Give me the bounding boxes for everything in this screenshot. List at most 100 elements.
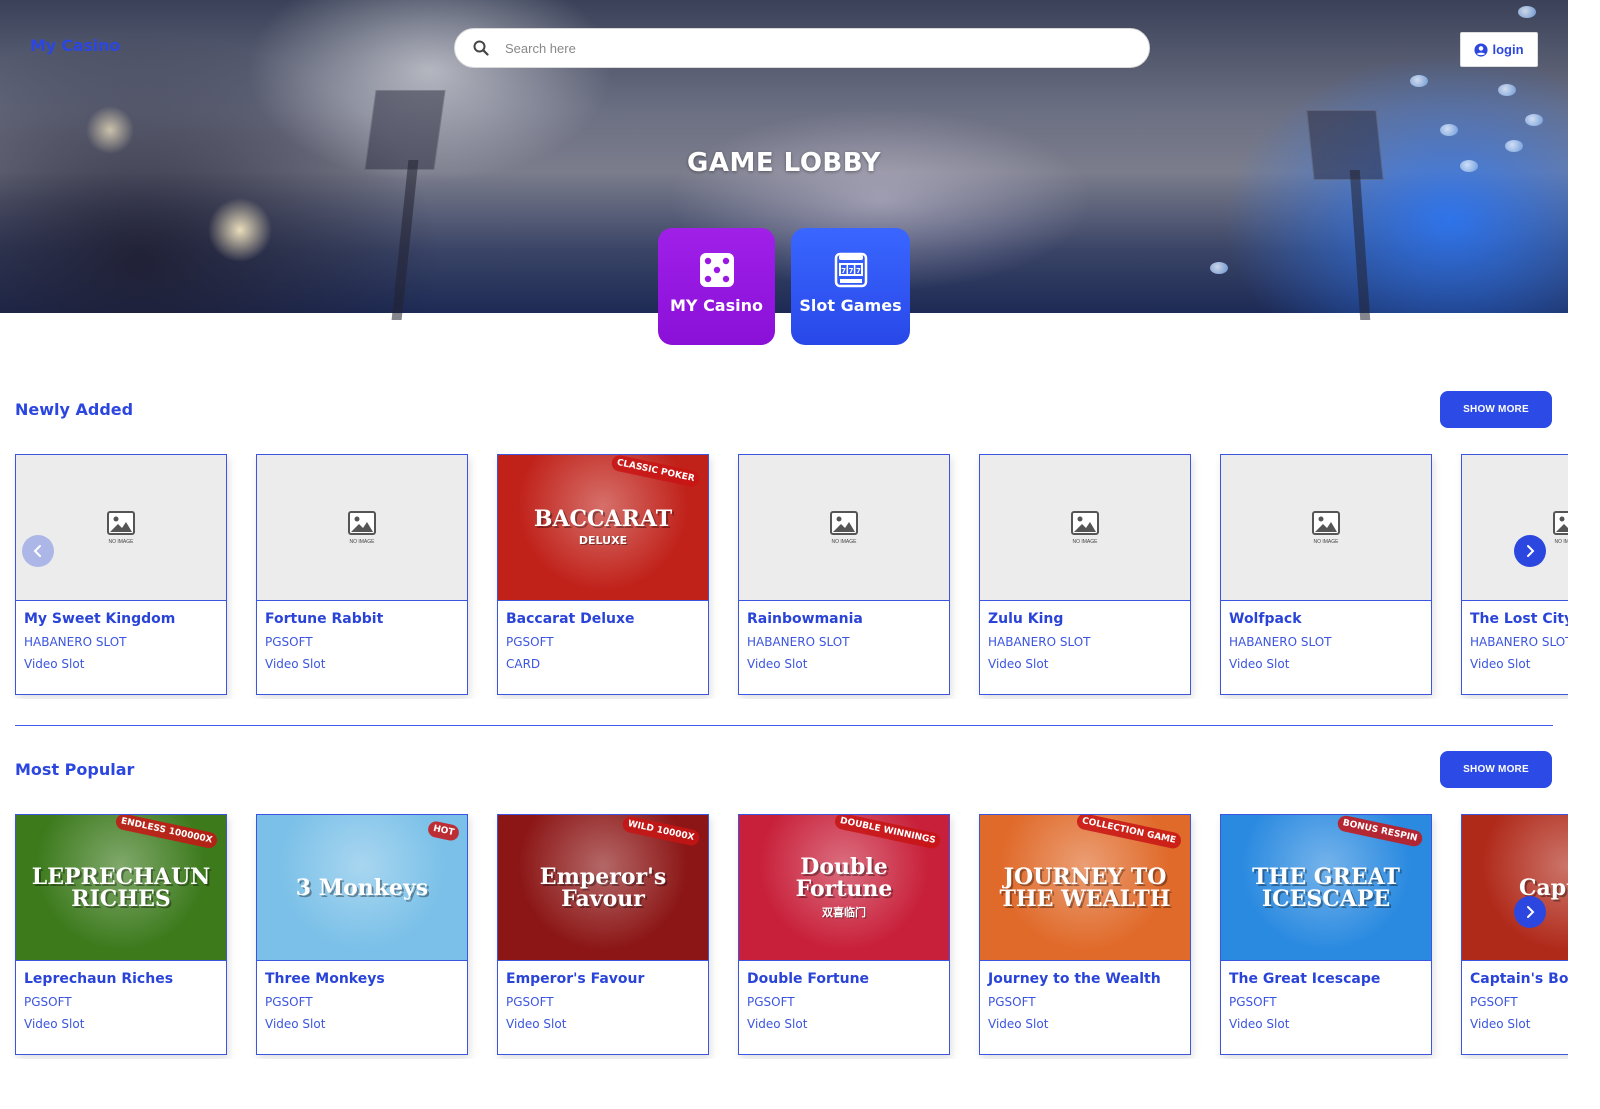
game-thumbnail[interactable]: NO IMAGE [980,455,1190,601]
game-type: CARD [506,657,541,671]
game-card[interactable]: Captain Captain's Bounty PGSOFT Video Slot [1461,814,1568,1055]
game-name: Wolfpack [1229,611,1302,627]
game-art-title: JOURNEY TO THE WEALTH [999,863,1171,912]
game-thumbnail[interactable]: Double Fortune 双喜临门 DOUBLE WINNINGS [739,815,949,961]
no-image-placeholder: NO IMAGE [1071,510,1099,545]
svg-text:7: 7 [841,267,846,275]
bubble-decoration [1498,84,1516,96]
game-name: Zulu King [988,611,1064,627]
game-provider: HABANERO SLOT [747,635,850,649]
game-card[interactable]: THE GREAT ICESCAPE BONUS RESPIN The Great … [1220,814,1432,1055]
game-name: My Sweet Kingdom [24,611,176,627]
svg-text:7: 7 [848,267,853,275]
game-thumbnail[interactable]: Captain [1462,815,1568,961]
game-card[interactable]: NO IMAGE Zulu King HABANERO SLOT Video Slot [979,454,1191,695]
section-title-most-popular: Most Popular [15,760,135,779]
game-type: Video Slot [988,1017,1049,1031]
game-art-title: LEPRECHAUN RICHES [31,863,211,912]
game-thumbnail[interactable]: BACCARAT DELUXE CLASSIC POKER [498,455,708,601]
no-image-placeholder: NO IMAGE [348,510,376,545]
page-scrollbar[interactable] [1568,0,1600,1109]
image-placeholder-icon [348,510,376,535]
bubble-decoration [1210,262,1228,274]
login-button[interactable]: login [1460,32,1538,67]
game-name: The Lost City [1470,611,1568,627]
game-art-subtitle: DELUXE [578,534,628,547]
brand-logo[interactable]: My Casino [30,36,120,55]
game-thumbnail[interactable]: LEPRECHAUN RICHES ENDLESS 100000X [16,815,226,961]
game-thumbnail[interactable]: NO IMAGE [257,455,467,601]
game-provider: HABANERO SLOT [1229,635,1332,649]
game-thumbnail[interactable]: NO IMAGE [1221,455,1431,601]
stadium-tower-right [1349,170,1371,320]
game-type: Video Slot [265,1017,326,1031]
game-thumbnail[interactable]: JOURNEY TO THE WEALTH COLLECTION GAME [980,815,1190,961]
game-type: Video Slot [265,657,326,671]
no-image-label: NO IMAGE [1072,538,1098,545]
search-input[interactable] [505,40,1105,56]
game-thumbnail[interactable]: NO IMAGE [16,455,226,601]
game-provider: PGSOFT [988,995,1036,1009]
carousel-next-button[interactable] [1514,896,1546,928]
game-provider: PGSOFT [506,995,554,1009]
game-type: Video Slot [1470,657,1531,671]
svg-text:7: 7 [855,267,860,275]
game-card[interactable]: JOURNEY TO THE WEALTH COLLECTION GAME Jour… [979,814,1191,1055]
game-name: Fortune Rabbit [265,611,384,627]
game-card[interactable]: NO IMAGE The Lost City HABANERO SLOT Video … [1461,454,1568,695]
no-image-label: NO IMAGE [108,538,134,545]
no-image-label: NO IMAGE [831,538,857,545]
image-placeholder-icon [1312,510,1340,535]
game-provider: PGSOFT [24,995,72,1009]
game-provider: PGSOFT [747,995,795,1009]
bubble-decoration [1410,75,1428,87]
game-card[interactable]: BACCARAT DELUXE CLASSIC POKER Baccarat Delu… [497,454,709,695]
login-label: login [1492,42,1524,57]
game-thumbnail[interactable]: NO IMAGE [1462,455,1568,601]
game-thumbnail[interactable]: Emperor's Favour WILD 10000X [498,815,708,961]
game-type: Video Slot [24,1017,85,1031]
show-more-button[interactable]: SHOW MORE [1440,391,1552,428]
section-divider [15,725,1553,726]
image-placeholder-icon [107,510,135,535]
bubble-decoration [1525,114,1543,126]
search-bar[interactable] [454,28,1150,68]
category-slot-games-button[interactable]: 7 7 7 Slot Games [791,228,910,345]
game-name: Rainbowmania [747,611,863,627]
search-icon [473,40,489,56]
game-type: Video Slot [1229,657,1290,671]
game-provider: HABANERO SLOT [988,635,1091,649]
no-image-label: NO IMAGE [349,538,375,545]
game-thumbnail[interactable]: 3 Monkeys HOT [257,815,467,961]
game-card[interactable]: Emperor's Favour WILD 10000X Emperor's Fav… [497,814,709,1055]
carousel-prev-button[interactable] [22,535,54,567]
category-my-casino-button[interactable]: MY Casino [658,228,775,345]
game-provider: PGSOFT [265,635,313,649]
game-type: Video Slot [1470,1017,1531,1031]
show-more-button[interactable]: SHOW MORE [1440,751,1552,788]
chevron-right-icon [1527,545,1535,557]
game-name: Emperor's Favour [506,971,645,987]
game-name: Baccarat Deluxe [506,611,635,627]
game-card[interactable]: NO IMAGE My Sweet Kingdom HABANERO SLOT Vid… [15,454,227,695]
slot-machine-icon: 7 7 7 [834,252,867,288]
bubble-decoration [1518,6,1536,18]
chevron-right-icon [1527,906,1535,918]
game-card[interactable]: NO IMAGE Fortune Rabbit PGSOFT Video Slot [256,454,468,695]
no-image-placeholder: NO IMAGE [107,510,135,545]
game-type: Video Slot [747,1017,808,1031]
game-art-badge: BONUS RESPIN [1336,815,1424,848]
game-provider: HABANERO SLOT [24,635,127,649]
carousel-next-button[interactable] [1514,535,1546,567]
game-thumbnail[interactable]: THE GREAT ICESCAPE BONUS RESPIN [1221,815,1431,961]
game-card[interactable]: NO IMAGE Rainbowmania HABANERO SLOT Video S… [738,454,950,695]
game-card[interactable]: Double Fortune 双喜临门 DOUBLE WINNINGS Double … [738,814,950,1055]
game-card[interactable]: 3 Monkeys HOT Three Monkeys PGSOFT Video Slo… [256,814,468,1055]
page-title: GAME LOBBY [687,148,881,178]
game-card[interactable]: LEPRECHAUN RICHES ENDLESS 100000X Leprecha… [15,814,227,1055]
image-placeholder-icon [830,510,858,535]
game-art-badge: HOT [426,819,461,843]
game-thumbnail[interactable]: NO IMAGE [739,455,949,601]
game-art-title: THE GREAT ICESCAPE [1252,863,1400,912]
game-card[interactable]: NO IMAGE Wolfpack HABANERO SLOT Video Slot [1220,454,1432,695]
